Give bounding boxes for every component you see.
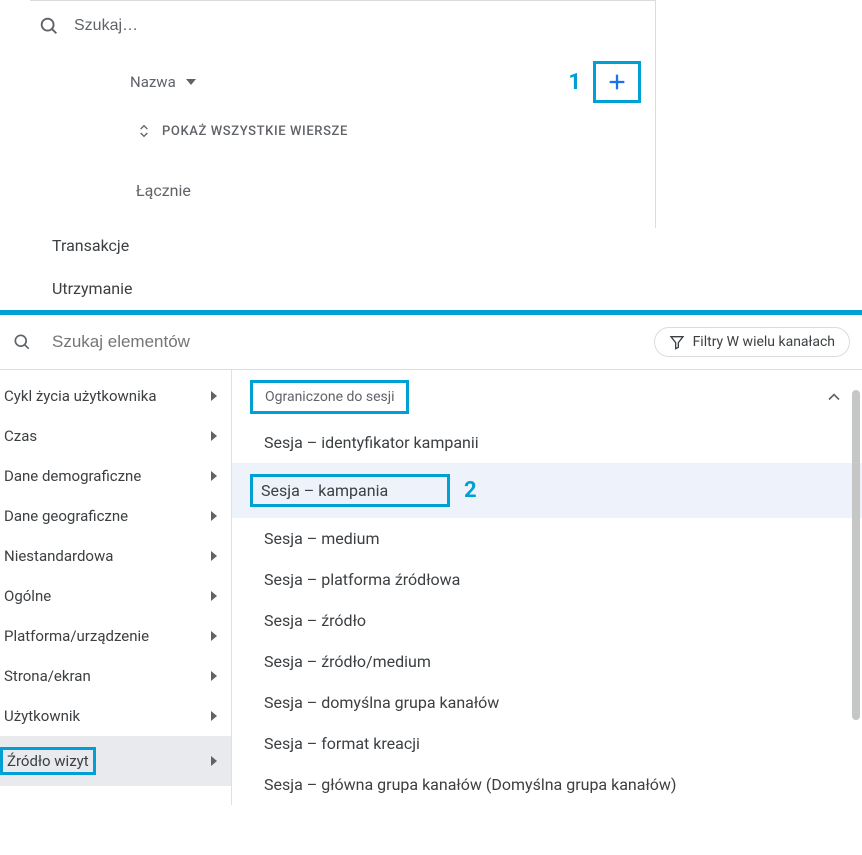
expand-rows-button[interactable]: POKAŻ WSZYSTKIE WIERSZE	[30, 113, 655, 151]
expand-rows-label: POKAŻ WSZYSTKIE WIERSZE	[162, 124, 348, 139]
search-icon	[38, 15, 60, 37]
arrow-down-icon	[186, 79, 196, 85]
sidebar-item-custom[interactable]: Niestandardowa	[0, 536, 231, 576]
chevron-right-icon	[211, 471, 217, 481]
sidebar-item-demographics[interactable]: Dane demograficzne	[0, 456, 231, 496]
option-session-primary-channel-group[interactable]: Sesja – główna grupa kanałów (Domyślna g…	[232, 764, 862, 805]
option-session-medium[interactable]: Sesja – medium	[232, 518, 862, 559]
plus-icon	[606, 71, 628, 93]
sidebar-item-lifecycle[interactable]: Cykl życia użytkownika	[0, 376, 231, 416]
filter-icon	[669, 334, 685, 350]
option-session-source-platform[interactable]: Sesja – platforma źródłowa	[232, 559, 862, 600]
option-session-campaign[interactable]: Sesja – kampania 2	[232, 463, 862, 518]
callout-number-1: 1	[568, 70, 581, 95]
chevron-right-icon	[211, 756, 217, 766]
sidebar-item-label: Platforma/urządzenie	[4, 627, 149, 645]
tab-transactions[interactable]: Transakcje	[0, 228, 340, 267]
sidebar-item-traffic-source[interactable]: Źródło wizyt	[0, 736, 231, 786]
option-session-default-channel-group[interactable]: Sesja – domyślna grupa kanałów	[232, 682, 862, 723]
sidebar-item-general[interactable]: Ogólne	[0, 576, 231, 616]
sidebar-item-geographic[interactable]: Dane geograficzne	[0, 496, 231, 536]
tab-list: Transakcje Utrzymanie	[0, 228, 340, 310]
sidebar-item-label: Niestandardowa	[4, 547, 113, 565]
sidebar-item-label: Czas	[4, 427, 37, 445]
chevron-right-icon	[211, 551, 217, 561]
total-row-label: Łącznie	[30, 151, 655, 228]
chevron-right-icon	[211, 671, 217, 681]
chevron-right-icon	[211, 511, 217, 521]
sidebar-item-label: Dane geograficzne	[4, 507, 128, 525]
chevron-right-icon	[211, 711, 217, 721]
filter-multichannel-button[interactable]: Filtry W wielu kanałach	[654, 327, 850, 357]
chevron-right-icon	[211, 631, 217, 641]
dimension-detail-panel: Ograniczone do sesji Sesja – identyfikat…	[232, 370, 862, 805]
sidebar-item-label: Źródło wizyt	[0, 747, 96, 775]
chevron-right-icon	[211, 431, 217, 441]
chevron-right-icon	[211, 391, 217, 401]
search-row	[30, 1, 655, 51]
section-title-session-scoped: Ograniczone do sesji	[250, 380, 409, 414]
option-session-source-medium[interactable]: Sesja – źródło/medium	[232, 641, 862, 682]
option-session-creative-format[interactable]: Sesja – format kreacji	[232, 723, 862, 764]
option-session-source[interactable]: Sesja – źródło	[232, 600, 862, 641]
sidebar-item-time[interactable]: Czas	[0, 416, 231, 456]
sidebar-item-user[interactable]: Użytkownik	[0, 696, 231, 736]
search-icon	[12, 332, 32, 352]
add-column-button[interactable]	[593, 61, 641, 103]
dimension-picker-header: Filtry W wielu kanałach	[0, 315, 862, 370]
dimension-search-input[interactable]	[52, 332, 273, 352]
sidebar-item-page-screen[interactable]: Strona/ekran	[0, 656, 231, 696]
chevron-up-icon[interactable]	[824, 387, 844, 407]
option-label: Sesja – kampania	[250, 474, 450, 507]
dimension-option-list: Sesja – identyfikator kampanii Sesja – k…	[232, 416, 862, 805]
sidebar-item-label: Dane demograficzne	[4, 467, 141, 485]
column-name-dropdown[interactable]: Nazwa	[130, 73, 196, 91]
header-row: Nazwa 1	[30, 51, 655, 113]
filter-label: Filtry W wielu kanałach	[693, 334, 835, 350]
tab-retention[interactable]: Utrzymanie	[0, 267, 340, 310]
sidebar-item-label: Cykl życia użytkownika	[4, 387, 157, 405]
column-name-label: Nazwa	[130, 73, 176, 91]
category-sidebar: Cykl życia użytkownika Czas Dane demogra…	[0, 370, 232, 805]
sidebar-item-label: Ogólne	[4, 587, 51, 605]
option-session-campaign-id[interactable]: Sesja – identyfikator kampanii	[232, 422, 862, 463]
sidebar-item-label: Użytkownik	[4, 707, 80, 725]
unfold-icon	[136, 123, 152, 139]
scrollbar[interactable]	[852, 390, 860, 720]
chevron-right-icon	[211, 591, 217, 601]
sidebar-item-platform-device[interactable]: Platforma/urządzenie	[0, 616, 231, 656]
sidebar-item-label: Strona/ekran	[4, 667, 91, 685]
callout-number-2: 2	[464, 478, 477, 503]
search-input[interactable]	[74, 17, 647, 35]
